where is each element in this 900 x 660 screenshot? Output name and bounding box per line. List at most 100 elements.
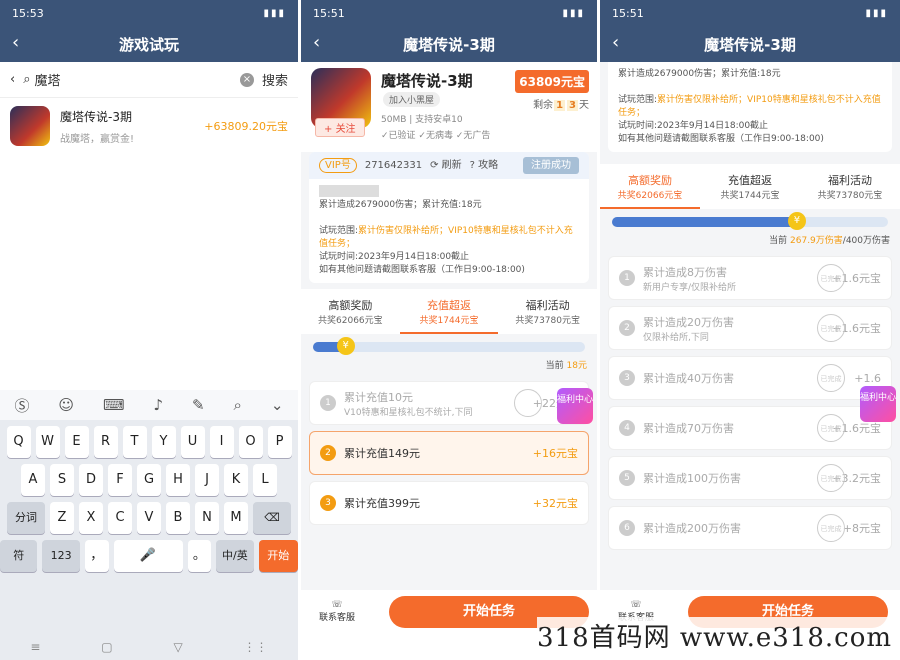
- tab-reward[interactable]: 充值超返 共奖1744元宝: [700, 172, 800, 209]
- task-row[interactable]: 5 累计造成100万伤害 已完成 +3.2元宝: [608, 456, 892, 500]
- task-row[interactable]: 2 累计充值149元 +16元宝: [309, 431, 589, 475]
- key[interactable]: O: [238, 426, 263, 458]
- tab-reward[interactable]: 福利活动 共奖73780元宝: [498, 297, 597, 334]
- key[interactable]: Q: [6, 426, 31, 458]
- search-button[interactable]: 搜索: [262, 70, 288, 89]
- list-item[interactable]: 魔塔传说-3期 战魔塔，赢赏金! +63809.20元宝: [0, 98, 298, 154]
- task-row[interactable]: 3 累计充值399元 +32元宝: [309, 481, 589, 525]
- key[interactable]: N: [195, 502, 219, 534]
- keyboard-icon[interactable]: ⌨: [103, 396, 125, 414]
- key-space[interactable]: 🎤: [113, 540, 183, 572]
- top-nav: ‹ 魔塔传说-3期: [600, 26, 900, 62]
- refresh-button[interactable]: ⟳ 刷新: [430, 159, 462, 172]
- keyboard-nav-icon[interactable]: ⋮⋮: [244, 640, 268, 654]
- system-nav: ≡ ▢ ▽ ⋮⋮: [0, 634, 298, 660]
- blacklist-button[interactable]: 加入小黑屋: [383, 92, 441, 107]
- status-bar: 15:51 ▮▮▮: [600, 0, 900, 26]
- welfare-center-button[interactable]: 福利中心: [860, 386, 896, 422]
- key[interactable]: K: [224, 464, 248, 496]
- home-icon[interactable]: ▢: [101, 640, 112, 654]
- key[interactable]: S: [50, 464, 74, 496]
- key[interactable]: P: [267, 426, 292, 458]
- back-nav-icon[interactable]: ▽: [173, 640, 182, 654]
- game-name: 魔塔传说-3期: [381, 72, 473, 90]
- service-button[interactable]: ☏联系客服: [319, 600, 355, 623]
- key-symbol[interactable]: 符: [0, 540, 38, 572]
- key[interactable]: X: [79, 502, 103, 534]
- search-icon[interactable]: ⌕: [234, 396, 242, 414]
- clear-icon[interactable]: ×: [239, 72, 254, 87]
- key[interactable]: T: [122, 426, 147, 458]
- tab-subtitle: 共奖1744元宝: [419, 316, 479, 326]
- key[interactable]: R: [93, 426, 118, 458]
- key-number[interactable]: 123: [42, 540, 80, 572]
- key[interactable]: V: [137, 502, 161, 534]
- key[interactable]: I: [209, 426, 234, 458]
- guide-button[interactable]: ? 攻略: [470, 159, 499, 172]
- follow-button[interactable]: + 关注: [315, 118, 365, 137]
- task-title: 累计充值10元: [344, 390, 413, 404]
- mic-icon[interactable]: ♪: [154, 396, 164, 414]
- handwrite-icon[interactable]: ✎: [192, 396, 205, 414]
- keyboard: Ⓢ ☺ ⌨ ♪ ✎ ⌕ ⌄ QWERTYUIOP ASDFGHJKL 分词 Z X C V B N M ⌫ …: [0, 390, 298, 660]
- time-text: 试玩时间:2023年9月14日18:00截止: [319, 252, 470, 262]
- key[interactable]: J: [195, 464, 219, 496]
- backspace-icon[interactable]: ⌫: [253, 502, 291, 534]
- key-segment[interactable]: 分词: [7, 502, 45, 534]
- back-icon[interactable]: ‹: [313, 32, 320, 53]
- key[interactable]: F: [108, 464, 132, 496]
- task-text: 累计充值149元: [344, 445, 420, 461]
- back-arrow-icon[interactable]: ‹: [10, 72, 15, 87]
- back-icon[interactable]: ‹: [12, 32, 19, 53]
- completed-stamp: 已完成: [817, 414, 845, 442]
- key-period[interactable]: 。: [187, 540, 212, 572]
- key[interactable]: Y: [151, 426, 176, 458]
- key[interactable]: M: [224, 502, 248, 534]
- completed-stamp: [514, 389, 542, 417]
- sogou-icon[interactable]: Ⓢ: [14, 395, 29, 416]
- search-input[interactable]: ⌕ 魔塔: [23, 70, 232, 89]
- key-go[interactable]: 开始: [258, 540, 298, 572]
- task-row[interactable]: 4 累计造成70万伤害 已完成 +1.6元宝: [608, 406, 892, 450]
- key[interactable]: G: [137, 464, 161, 496]
- key[interactable]: Z: [50, 502, 74, 534]
- task-number: 4: [619, 420, 635, 436]
- key[interactable]: A: [21, 464, 45, 496]
- task-row[interactable]: 3 累计造成40万伤害 已完成 +1.6: [608, 356, 892, 400]
- key-row: ASDFGHJKL: [0, 464, 298, 496]
- task-number: 2: [320, 445, 336, 461]
- welfare-center-button[interactable]: 福利中心: [557, 388, 593, 424]
- task-subtitle: 仅限补给所,下同: [643, 332, 709, 343]
- key[interactable]: U: [180, 426, 205, 458]
- tab-reward[interactable]: 高额奖励 共奖62066元宝: [301, 297, 400, 334]
- key[interactable]: H: [166, 464, 190, 496]
- key-comma[interactable]: ，: [84, 540, 109, 572]
- key[interactable]: B: [166, 502, 190, 534]
- task-row[interactable]: 2 累计造成20万伤害 仅限补给所,下同 已完成 +1.6元宝: [608, 306, 892, 350]
- task-row[interactable]: 1 累计充值10元 V10特惠和星核礼包不统计,下同 +22元宝: [309, 381, 589, 425]
- top-nav: ‹ 魔塔传说-3期: [301, 26, 597, 62]
- key-lang[interactable]: 中/英: [216, 540, 254, 572]
- task-row[interactable]: 1 累计造成8万伤害 新用户专享/仅限补给所 已完成 +1.6元宝: [608, 256, 892, 300]
- collapse-icon[interactable]: ⌄: [271, 396, 284, 414]
- search-screen: 15:53 ▮▮▮ ‹ 游戏试玩 ‹ ⌕ 魔塔 × 搜索 魔塔传说-3期 战魔塔，赢赏金…: [0, 0, 298, 660]
- contact-text: 如有其他问题请截图联系客服（工作日9:00-18:00): [319, 265, 525, 275]
- key[interactable]: D: [79, 464, 103, 496]
- contact-text: 如有其他问题请截图联系客服（工作日9:00-18:00): [618, 134, 824, 144]
- tab-reward[interactable]: 充值超返 共奖1744元宝: [399, 297, 499, 334]
- registered-button[interactable]: 注册成功: [523, 157, 579, 174]
- key[interactable]: E: [64, 426, 89, 458]
- reward-tabs: 高额奖励 共奖62066元宝 充值超返 共奖1744元宝 福利活动 共奖73780元宝: [600, 164, 900, 209]
- menu-icon[interactable]: ≡: [30, 640, 40, 654]
- emoji-icon[interactable]: ☺: [58, 396, 74, 414]
- tab-title: 充值超返: [728, 174, 772, 187]
- tab-reward[interactable]: 高额奖励 共奖62066元宝: [600, 172, 700, 209]
- key[interactable]: L: [253, 464, 277, 496]
- key[interactable]: W: [35, 426, 60, 458]
- current-progress: 当前 18元: [545, 361, 587, 371]
- tab-reward[interactable]: 福利活动 共奖73780元宝: [800, 172, 900, 209]
- back-icon[interactable]: ‹: [612, 32, 619, 53]
- task-row[interactable]: 6 累计造成200万伤害 已完成 +8元宝: [608, 506, 892, 550]
- key[interactable]: C: [108, 502, 132, 534]
- task-text: 累计造成40万伤害: [643, 370, 734, 386]
